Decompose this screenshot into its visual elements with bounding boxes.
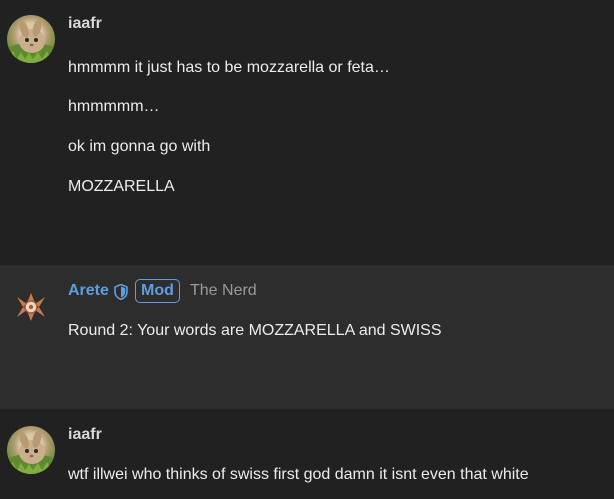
- mod-badge: Mod: [135, 279, 180, 303]
- message-text-line: ok im gonna go with: [68, 138, 211, 155]
- user-title: The Nerd: [190, 282, 257, 299]
- author-name[interactable]: Arete: [68, 282, 109, 300]
- message-item: iaafr hmmmm it just has to be mozzarella…: [0, 0, 614, 265]
- arete-avatar-icon[interactable]: [11, 287, 51, 327]
- message-item: iaafr wtf illwei who thinks of swiss fir…: [0, 409, 614, 499]
- message-text-line: hmmmmm…: [68, 98, 160, 115]
- message-item: Arete Mod The Nerd Round 2: Your words a…: [0, 265, 614, 409]
- message-text-line: MOZZARELLA: [68, 178, 175, 195]
- bunny-avatar-icon[interactable]: [7, 15, 55, 63]
- message-text-line: wtf illwei who thinks of swiss first god…: [68, 466, 529, 483]
- message-text-line: Round 2: Your words are MOZZARELLA and S…: [68, 322, 442, 339]
- message-thread: iaafr hmmmm it just has to be mozzarella…: [0, 0, 614, 499]
- bunny-avatar-icon[interactable]: [7, 426, 55, 474]
- shield-icon: [114, 283, 128, 301]
- author-name[interactable]: iaafr: [68, 15, 102, 33]
- author-name[interactable]: iaafr: [68, 426, 102, 444]
- message-text-line: hmmmm it just has to be mozzarella or fe…: [68, 59, 390, 76]
